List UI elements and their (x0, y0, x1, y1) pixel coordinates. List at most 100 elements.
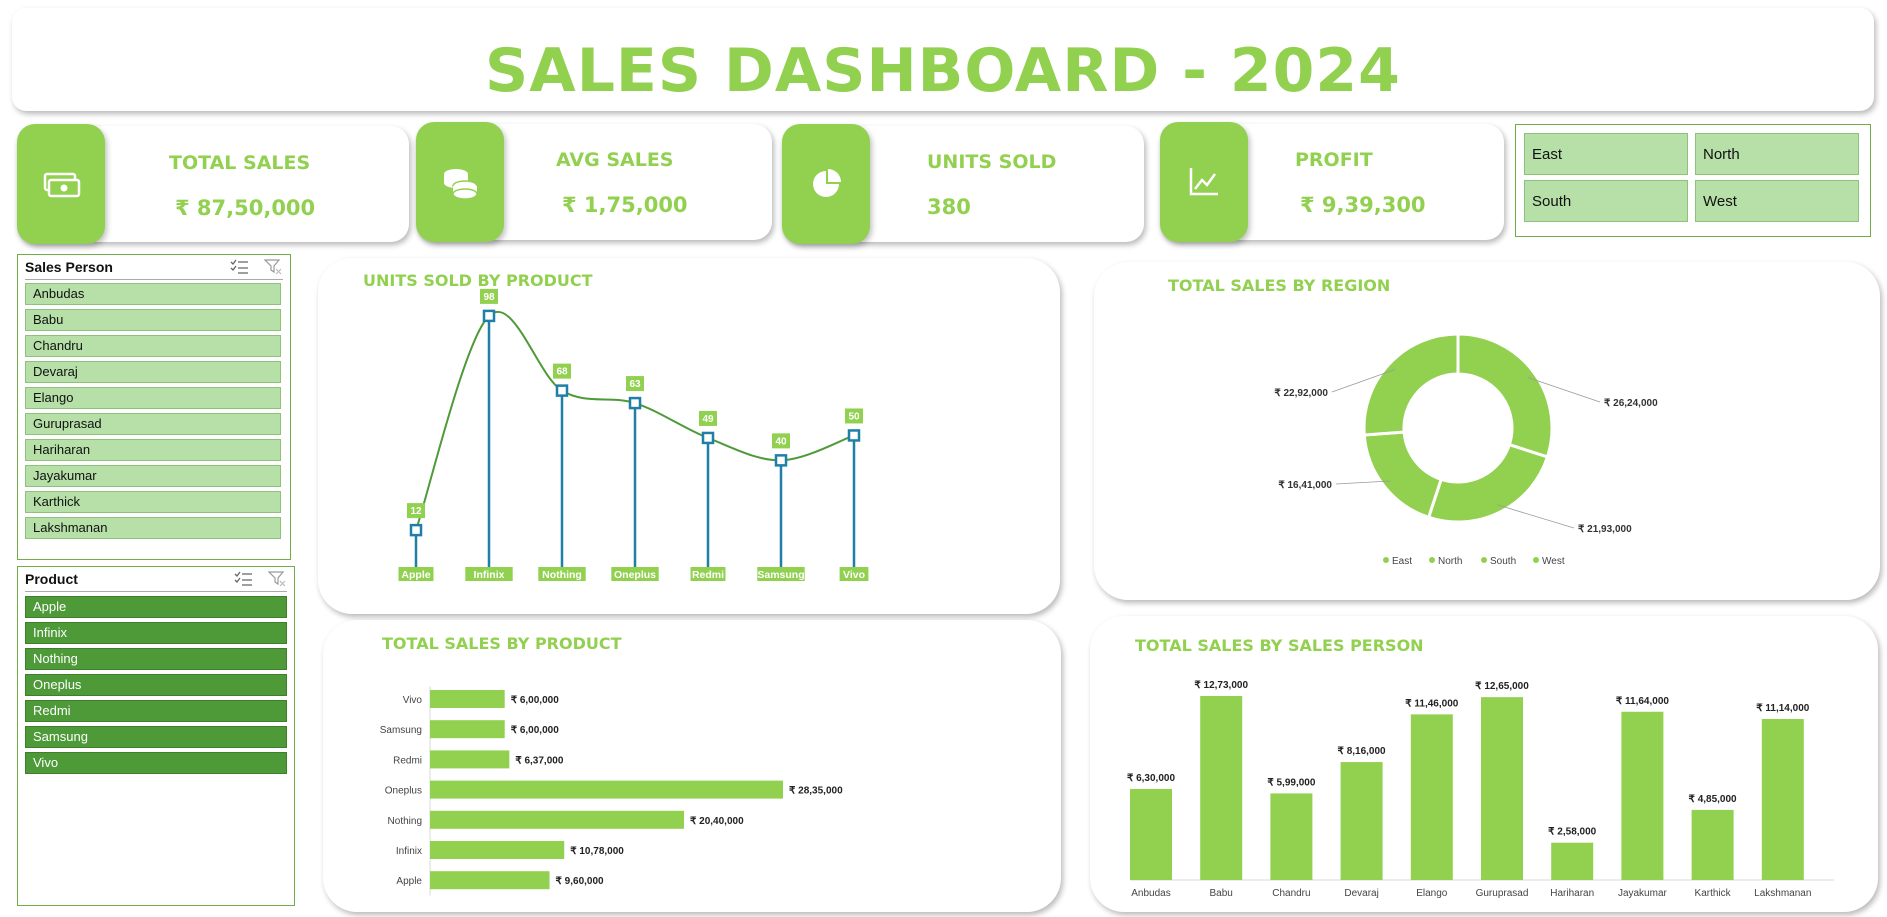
slicer-item-redmi[interactable]: Redmi (25, 700, 287, 722)
bar (1410, 714, 1453, 880)
donut-slice (1362, 430, 1444, 520)
category-label: Vivo (403, 695, 423, 706)
region-donut-chart: ₹ 26,24,000 ₹ 21,93,000 ₹ 16,41,000 ₹ 22,92… (1274, 332, 1658, 567)
bar (430, 871, 550, 890)
data-label: 49 (702, 414, 714, 425)
region-slicer-item[interactable]: West (1695, 180, 1859, 222)
data-label: ₹ 11,46,000 (1405, 698, 1459, 709)
multi-select-icon[interactable] (230, 259, 250, 275)
clear-filter-icon[interactable] (263, 259, 282, 275)
legend-marker (1429, 557, 1435, 563)
data-label: ₹ 6,37,000 (515, 755, 564, 766)
slicer-divider (25, 279, 283, 280)
region-slicer: East North South West (1515, 124, 1871, 237)
category-label: Guruprasad (1476, 888, 1529, 899)
data-label: ₹ 10,78,000 (570, 846, 624, 857)
slicer-item-devaraj[interactable]: Devaraj (25, 361, 281, 383)
region-chart-card: TOTAL SALES BY REGION ₹ 26,24,000 ₹ 21,93… (1094, 262, 1880, 600)
slicer-item-nothing[interactable]: Nothing (25, 648, 287, 670)
slicer-item-hariharan[interactable]: Hariharan (25, 439, 281, 461)
slicer-header: Sales Person (25, 259, 113, 275)
category-label: Nothing (388, 816, 422, 827)
data-label: ₹ 28,35,000 (789, 786, 843, 797)
data-label: 12 (410, 506, 422, 517)
data-label: ₹ 12,65,000 (1475, 681, 1529, 692)
bar (1200, 696, 1243, 880)
data-label: ₹ 4,85,000 (1689, 794, 1738, 805)
product-slicer: Product Apple Infinix Nothing Oneplus Re… (17, 566, 295, 906)
bar (430, 720, 505, 739)
data-label: 68 (556, 367, 568, 378)
category-label: Elango (1416, 888, 1448, 899)
region-slicer-item[interactable]: East (1524, 133, 1688, 175)
category-label: Hariharan (1550, 888, 1594, 899)
region-slicer-item[interactable]: South (1524, 180, 1688, 222)
data-point (409, 523, 423, 537)
bar (1270, 793, 1313, 880)
slicer-item-karthick[interactable]: Karthick (25, 491, 281, 513)
slicer-item-guruprasad[interactable]: Guruprasad (25, 413, 281, 435)
sales-person-slicer: Sales Person Anbudas Babu Chandru Devara… (17, 254, 291, 560)
slicer-item-infinix[interactable]: Infinix (25, 622, 287, 644)
data-label: 40 (775, 436, 787, 447)
data-label: ₹ 12,73,000 (1194, 680, 1248, 691)
data-label: ₹ 11,14,000 (1756, 703, 1810, 714)
bar (430, 690, 505, 708)
legend-label: West (1542, 556, 1565, 567)
data-label: ₹ 20,40,000 (690, 816, 744, 827)
data-label: ₹ 6,30,000 (1127, 773, 1176, 784)
clear-filter-icon[interactable] (267, 571, 286, 587)
slicer-item-jayakumar[interactable]: Jayakumar (25, 465, 281, 487)
data-label: ₹ 16,41,000 (1278, 480, 1332, 491)
sales-person-bar-chart: ₹ 6,30,000 Anbudas ₹ 12,73,000 Babu ₹ 5,99,0… (1127, 680, 1834, 899)
data-point (701, 431, 715, 445)
bar (1130, 788, 1172, 880)
data-label: 98 (483, 292, 495, 303)
product-sales-chart-card: TOTAL SALES BY PRODUCT Vivo ₹ 6,00,000 Sam… (323, 620, 1061, 912)
bar (1340, 762, 1383, 880)
category-label: Chandru (1272, 888, 1310, 899)
slicer-item-vivo[interactable]: Vivo (25, 752, 287, 774)
legend-marker (1533, 557, 1539, 563)
kpi-label: UNITS SOLD (927, 151, 1057, 173)
data-point (774, 454, 788, 467)
kpi-value: 380 (927, 195, 971, 219)
bar (1691, 809, 1734, 880)
bar (1621, 711, 1664, 880)
slicer-item-apple[interactable]: Apple (25, 596, 287, 618)
region-slicer-item[interactable]: North (1695, 133, 1859, 175)
data-point (482, 309, 496, 323)
slicer-item-anbudas[interactable]: Anbudas (25, 283, 281, 305)
bar (1551, 842, 1594, 880)
data-point (847, 429, 861, 442)
category-label: Anbudas (1131, 888, 1170, 899)
title-banner: SALES DASHBOARD - 2024 (12, 8, 1874, 111)
slicer-item-oneplus[interactable]: Oneplus (25, 674, 287, 696)
multi-select-icon[interactable] (234, 571, 254, 587)
donut-slice (1426, 442, 1550, 524)
coins-icon (416, 122, 504, 242)
slicer-item-samsung[interactable]: Samsung (25, 726, 287, 748)
cash-icon (17, 124, 105, 244)
data-label: ₹ 21,93,000 (1578, 524, 1632, 535)
bar (430, 841, 565, 859)
category-label: Infinix (396, 846, 422, 857)
kpi-value: ₹ 9,39,300 (1300, 193, 1426, 217)
slicer-item-elango[interactable]: Elango (25, 387, 281, 409)
data-label: ₹ 22,92,000 (1274, 388, 1328, 399)
legend-label: South (1490, 556, 1516, 567)
legend-marker (1481, 557, 1487, 563)
category-label: Infinix (474, 569, 505, 581)
page-title: SALES DASHBOARD - 2024 (485, 36, 1401, 106)
slicer-divider (25, 591, 287, 592)
category-label: Redmi (393, 755, 422, 766)
kpi-card-profit: PROFIT ₹ 9,39,300 (1160, 122, 1504, 242)
category-label: Samsung (380, 725, 422, 736)
slicer-item-chandru[interactable]: Chandru (25, 335, 281, 357)
category-label: Vivo (843, 569, 865, 581)
slicer-item-lakshmanan[interactable]: Lakshmanan (25, 517, 281, 539)
product-sales-bar-chart: Vivo ₹ 6,00,000 Samsung ₹ 6,00,000 Redmi ₹ 6,… (380, 686, 843, 896)
data-label: 63 (629, 379, 641, 390)
slicer-item-babu[interactable]: Babu (25, 309, 281, 331)
category-label: Nothing (542, 569, 582, 581)
